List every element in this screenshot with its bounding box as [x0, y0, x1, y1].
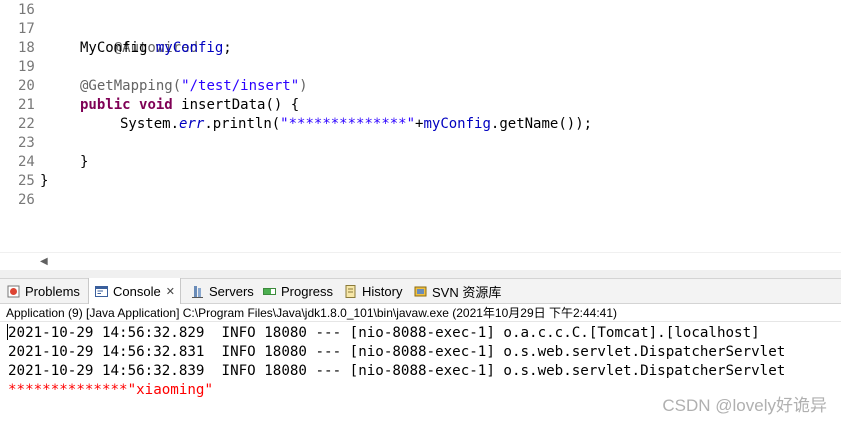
closing-brace: }: [40, 173, 49, 189]
text-caret: [7, 324, 8, 340]
tab-svn[interactable]: SVN 资源库: [413, 279, 501, 304]
tab-servers[interactable]: Servers: [190, 279, 254, 304]
tab-label: Problems: [25, 284, 80, 299]
static-field: err: [179, 116, 205, 132]
code-text: ;: [223, 40, 232, 56]
code-text: insertData() {: [172, 97, 300, 113]
line-number: 21: [18, 97, 35, 113]
line-number: 22: [18, 116, 35, 132]
annotation: @GetMapping(: [80, 78, 182, 94]
servers-icon: [190, 284, 205, 299]
tab-label: SVN 资源库: [432, 285, 502, 300]
tab-console[interactable]: Console ✕: [88, 278, 181, 304]
svn-icon: [413, 284, 428, 299]
code-line[interactable]: MyConfig myConfig;: [80, 39, 232, 58]
console-log-line: 2021-10-29 14:56:32.839 INFO 18080 --- […: [8, 363, 786, 379]
tab-label: Progress: [281, 284, 334, 299]
console-log-line: 2021-10-29 14:56:32.829 INFO 18080 --- […: [8, 325, 760, 341]
line-number: 17: [18, 21, 35, 37]
string-literal: "**************": [280, 116, 416, 132]
tab-progress[interactable]: Progress: [262, 279, 333, 304]
console-log-line: 2021-10-29 14:56:32.831 INFO 18080 --- […: [8, 344, 786, 360]
problems-icon: [6, 284, 21, 299]
watermark: CSDN @lovely好诡异: [662, 396, 827, 415]
view-separator[interactable]: [0, 270, 841, 278]
line-number-gutter: 16 17 18 19 20 21 22 23 24 25 26: [0, 0, 40, 252]
progress-icon: [262, 284, 277, 299]
code-line[interactable]: System.err.println("**************"+myCo…: [120, 115, 592, 134]
line-number: 25: [18, 173, 35, 189]
line-number: 23: [18, 135, 35, 151]
string-literal: "/test/insert": [181, 78, 300, 94]
tab-label: History: [362, 284, 403, 299]
console-launch-info: Application (9) [Java Application] C:\Pr…: [0, 304, 841, 322]
field-name: myConfig: [155, 40, 224, 56]
line-number: 26: [18, 192, 35, 208]
console-stderr-line: **************"xiaoming": [8, 382, 213, 398]
view-tab-bar: Problems Console ✕ Servers Progress Hist…: [0, 278, 841, 304]
code-editor[interactable]: 16 17 18 19 20 21 22 23 24 25 26 @Autowi…: [0, 0, 841, 252]
code-line[interactable]: }: [80, 153, 88, 172]
line-number: 20: [18, 78, 35, 94]
console-icon: [94, 284, 109, 299]
field-name: myConfig: [423, 116, 491, 132]
type-name: MyConfig: [80, 40, 156, 56]
tab-label: Console: [113, 283, 161, 299]
code-line[interactable]: public void insertData() {: [80, 96, 299, 115]
line-number: 16: [18, 2, 35, 18]
code-line[interactable]: @GetMapping("/test/insert"): [80, 77, 308, 96]
close-icon[interactable]: ✕: [166, 285, 175, 298]
code-text: ): [299, 78, 308, 94]
code-text: .println(: [204, 116, 281, 132]
tab-history[interactable]: History: [343, 279, 402, 304]
tab-label: Servers: [209, 284, 254, 299]
code-text: .getName());: [490, 116, 593, 132]
tab-problems[interactable]: Problems: [6, 279, 80, 304]
scroll-left-arrow-icon[interactable]: ◀: [40, 256, 48, 267]
horizontal-scrollbar[interactable]: ◀: [0, 252, 841, 271]
history-icon: [343, 284, 358, 299]
line-number: 19: [18, 59, 35, 75]
closing-brace: }: [80, 154, 89, 170]
line-number: 24: [18, 154, 35, 170]
keyword: void: [139, 97, 173, 113]
line-number: 18: [18, 40, 35, 56]
code-text: System.: [120, 116, 180, 132]
code-line[interactable]: }: [40, 172, 48, 191]
keyword: public: [80, 97, 131, 113]
